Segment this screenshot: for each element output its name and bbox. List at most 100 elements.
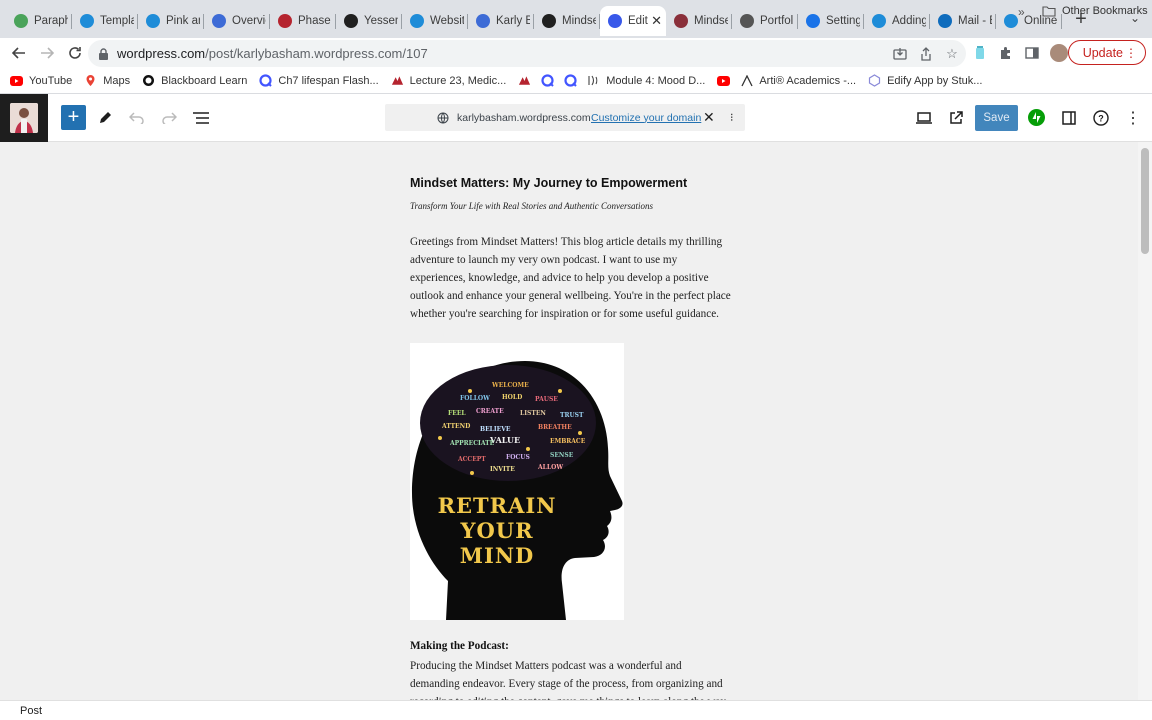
browser-tab[interactable]: Paraph [6, 6, 72, 36]
reload-button[interactable] [62, 40, 88, 66]
canva-icon [410, 14, 424, 28]
browser-tab[interactable]: Mail - E [930, 6, 996, 36]
chrome-update-button[interactable]: Update ⋮ [1067, 40, 1146, 65]
section-paragraph[interactable]: Producing the Mindset Matters podcast wa… [410, 657, 730, 700]
svg-text:FOLLOW: FOLLOW [460, 395, 490, 402]
browser-tab[interactable]: Mindse [534, 6, 600, 36]
undo-button[interactable] [126, 107, 148, 129]
bookmarks-overflow-chevron[interactable]: » [1018, 5, 1025, 19]
wsu-cougar-icon [391, 74, 404, 87]
customize-domain-link[interactable]: Customize your domain [591, 112, 701, 124]
close-tab-icon[interactable]: ✕ [651, 13, 662, 29]
bookmark-item[interactable]: Arti® Academics -... [740, 74, 856, 87]
arrow-right-icon [41, 47, 54, 59]
settings-sidebar-button[interactable] [1058, 107, 1080, 129]
preview-device-button[interactable] [913, 107, 935, 129]
address-bar[interactable]: wordpress.com/post/karlybasham.wordpress… [88, 40, 966, 67]
list-view-icon [193, 112, 209, 124]
browser-tab[interactable]: Overvie [204, 6, 270, 36]
side-panel-icon[interactable] [1024, 45, 1040, 61]
other-bookmarks-label: Other Bookmarks [1062, 5, 1148, 17]
breadcrumb-post[interactable]: Post [20, 705, 42, 717]
gear-icon [806, 14, 820, 28]
retrain-your-mind-image[interactable]: WELCOME FOLLOW HOLD PAUSE FEEL CREATE LI… [410, 343, 624, 620]
head-silhouette-illustration: WELCOME FOLLOW HOLD PAUSE FEEL CREATE LI… [410, 343, 624, 620]
pencil-icon [100, 112, 111, 123]
bookmark-item[interactable]: Module 4: Mood D... [587, 74, 705, 87]
bookmark-item[interactable] [717, 74, 731, 87]
browser-tab[interactable]: Setting [798, 6, 864, 36]
intro-paragraph[interactable]: Greetings from Mindset Matters! This blo… [410, 233, 732, 323]
options-button[interactable]: ⋮ [1122, 107, 1144, 129]
browser-tab[interactable]: Portfoli [732, 6, 798, 36]
canva-icon [872, 14, 886, 28]
post-subtitle[interactable]: Transform Your Life with Real Stories an… [410, 201, 653, 211]
section-heading[interactable]: Making the Podcast: [410, 640, 509, 652]
forward-button[interactable] [34, 40, 60, 66]
more-vertical-icon: ⋮ [1125, 45, 1137, 60]
reload-icon [69, 47, 81, 59]
bookmark-item[interactable]: Ch7 lifespan Flash... [259, 74, 379, 87]
bookmark-item[interactable] [541, 74, 554, 87]
command-shortcut-icon[interactable]: ⁝ [730, 111, 734, 124]
green-leaf-icon [14, 14, 28, 28]
close-icon[interactable]: ✕ [703, 109, 715, 126]
bookmark-item[interactable] [518, 74, 531, 87]
jetpack-icon[interactable] [1028, 109, 1045, 126]
save-button[interactable]: Save [975, 105, 1018, 131]
bookmark-label: Ch7 lifespan Flash... [278, 74, 379, 87]
bookmark-item[interactable] [564, 74, 577, 87]
lock-icon [99, 47, 108, 60]
site-icon-button[interactable] [0, 94, 48, 142]
bookmark-item[interactable]: Lecture 23, Medic... [391, 74, 506, 87]
share-icon[interactable] [918, 46, 934, 62]
extensions-puzzle-icon[interactable] [998, 45, 1014, 61]
browser-tab[interactable]: Edit ✕ [600, 6, 666, 36]
browser-tab[interactable]: Yessen [336, 6, 402, 36]
bookmark-item[interactable]: Maps [84, 74, 130, 87]
bookmark-item[interactable]: YouTube [10, 74, 72, 87]
scrollbar-thumb[interactable] [1141, 148, 1149, 254]
tab-title: Portfoli [760, 15, 794, 27]
svg-text:TRUST: TRUST [560, 412, 584, 419]
editor-canvas[interactable]: Mindset Matters: My Journey to Empowerme… [0, 142, 1152, 700]
add-block-button[interactable]: + [61, 105, 86, 130]
help-button[interactable]: ? [1090, 107, 1112, 129]
svg-text:CREATE: CREATE [476, 408, 504, 415]
bookmark-label: Module 4: Mood D... [606, 74, 706, 87]
svg-text:BREATHE: BREATHE [538, 424, 572, 431]
profile-avatar[interactable] [1050, 44, 1068, 62]
extension-cup-icon[interactable] [972, 45, 988, 61]
browser-tab[interactable]: Phase 2 [270, 6, 336, 36]
canvas-scrollbar[interactable] [1138, 142, 1152, 700]
browser-tab[interactable]: Adding [864, 6, 930, 36]
blackboard-icon [142, 74, 155, 87]
svg-text:SENSE: SENSE [550, 452, 574, 459]
bookmark-item[interactable]: Blackboard Learn [142, 74, 247, 87]
folder-icon [1042, 5, 1056, 17]
other-bookmarks-button[interactable]: Other Bookmarks [1042, 5, 1148, 17]
browser-tab[interactable]: Templa [72, 6, 138, 36]
more-vertical-icon: ⋮ [1125, 110, 1141, 127]
post-title[interactable]: Mindset Matters: My Journey to Empowerme… [410, 176, 687, 190]
canva-icon [146, 14, 160, 28]
browser-tab[interactable]: Mindse [666, 6, 732, 36]
browser-tab[interactable]: Pink an [138, 6, 204, 36]
document-overview-button[interactable] [190, 107, 212, 129]
browser-toolbar: wordpress.com/post/karlybasham.wordpress… [0, 38, 1152, 68]
bookmark-star-icon[interactable]: ☆ [944, 46, 960, 62]
browser-tab[interactable]: Website [402, 6, 468, 36]
wordpress-icon [608, 14, 622, 28]
redo-button[interactable] [158, 107, 180, 129]
svg-text:ALLOW: ALLOW [537, 464, 563, 471]
tab-title: Edit [628, 15, 648, 27]
tools-pencil-button[interactable] [94, 107, 116, 129]
browser-tab[interactable]: Karly B [468, 6, 534, 36]
outlook-icon [938, 14, 952, 28]
back-button[interactable] [6, 40, 32, 66]
view-post-button[interactable] [945, 107, 967, 129]
tab-title: Templa [100, 15, 134, 27]
install-app-icon[interactable] [892, 46, 908, 62]
bookmark-item[interactable]: Edify App by Stuk... [868, 74, 982, 87]
svg-text:FOCUS: FOCUS [506, 454, 530, 461]
